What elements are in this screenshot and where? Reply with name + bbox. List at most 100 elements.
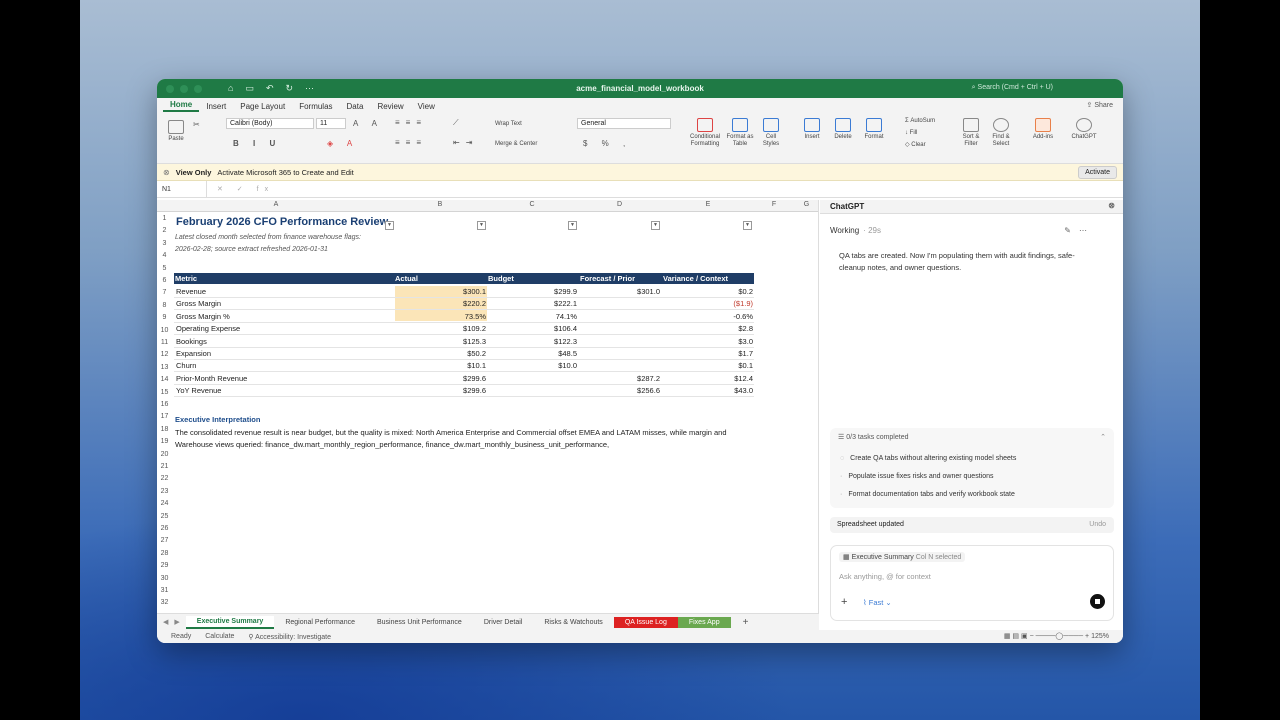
add-attachment-icon[interactable]: +: [841, 596, 847, 608]
variance-cell[interactable]: ($1.9): [693, 299, 753, 308]
row-header[interactable]: 21: [157, 463, 172, 470]
dismiss-banner-icon[interactable]: ⊗: [163, 168, 170, 177]
variance-cell[interactable]: $12.4: [693, 374, 753, 383]
forecast-cell[interactable]: $301.0: [600, 287, 660, 296]
actual-cell[interactable]: $50.2: [426, 349, 486, 358]
actual-cell[interactable]: $10.1: [426, 361, 486, 370]
row-header[interactable]: 3: [157, 240, 172, 247]
variance-cell[interactable]: $3.0: [693, 337, 753, 346]
interpretation-line-2[interactable]: Warehouse views queried: finance_dw.mart…: [175, 440, 609, 449]
column-header-c[interactable]: C: [487, 201, 577, 208]
undo-icon[interactable]: ↶: [266, 83, 274, 94]
row-header[interactable]: 4: [157, 252, 172, 259]
row-header[interactable]: 28: [157, 550, 172, 557]
variance-cell[interactable]: -0.6%: [693, 312, 753, 321]
budget-cell[interactable]: 74.1%: [517, 312, 577, 321]
format-cells-button[interactable]: Format: [861, 118, 887, 141]
autosum-button[interactable]: Σ AutoSum: [905, 118, 935, 125]
chat-input[interactable]: Ask anything, @ for context: [839, 572, 931, 581]
header-metric[interactable]: Metric: [175, 274, 197, 283]
filter-dropdown-icon[interactable]: ▼: [743, 221, 752, 230]
next-sheet-icon[interactable]: ▶: [174, 618, 179, 626]
column-header-e[interactable]: E: [662, 201, 754, 208]
chatgpt-ribbon-button[interactable]: ChatGPT: [1069, 118, 1099, 141]
wrap-text-button[interactable]: Wrap Text: [495, 121, 522, 128]
search-box[interactable]: ⌕ Search (Cmd + Ctrl + U): [972, 84, 1053, 92]
paste-button[interactable]: Paste: [165, 120, 187, 143]
metric-cell[interactable]: Operating Expense: [176, 324, 240, 333]
cell-styles-button[interactable]: Cell Styles: [757, 118, 785, 148]
font-size-buttons[interactable]: A A: [353, 119, 383, 128]
sheet-tab-fixes-app[interactable]: Fixes App: [677, 616, 731, 628]
actual-cell[interactable]: $220.2: [426, 299, 486, 308]
filter-dropdown-icon[interactable]: ▼: [568, 221, 577, 230]
clear-button[interactable]: ◇ Clear: [905, 142, 926, 149]
variance-cell[interactable]: $0.1: [693, 361, 753, 370]
tab-review[interactable]: Review: [370, 102, 410, 111]
budget-cell[interactable]: $222.1: [517, 299, 577, 308]
variance-cell[interactable]: $43.0: [693, 386, 753, 395]
subtitle-line-2[interactable]: 2026-02-28; source extract refreshed 202…: [175, 246, 328, 253]
metric-cell[interactable]: Expansion: [176, 349, 211, 358]
row-header[interactable]: 17: [157, 413, 172, 420]
more-options-icon[interactable]: ⋯: [1079, 226, 1095, 235]
tab-insert[interactable]: Insert: [199, 102, 233, 111]
header-variance-context[interactable]: Variance / Context: [663, 274, 728, 283]
row-header[interactable]: 14: [157, 376, 172, 383]
home-icon[interactable]: ⌂: [228, 83, 233, 94]
sort-filter-button[interactable]: Sort & Filter: [957, 118, 985, 148]
filter-dropdown-icon[interactable]: ▼: [651, 221, 660, 230]
metric-cell[interactable]: Churn: [176, 361, 196, 370]
metric-cell[interactable]: Gross Margin: [176, 299, 221, 308]
filter-dropdown-icon[interactable]: ▼: [385, 221, 394, 230]
sheet-tab-qa-issue-log[interactable]: QA Issue Log: [613, 616, 678, 628]
row-header[interactable]: 23: [157, 488, 172, 495]
activate-button[interactable]: Activate: [1078, 166, 1117, 179]
font-size-dropdown[interactable]: 11: [316, 118, 346, 129]
merge-center-button[interactable]: Merge & Center: [495, 141, 537, 148]
row-header[interactable]: 11: [157, 339, 172, 346]
row-header[interactable]: 13: [157, 364, 172, 371]
save-icon[interactable]: ▭: [245, 83, 254, 94]
tab-formulas[interactable]: Formulas: [292, 102, 339, 111]
column-header-d[interactable]: D: [577, 201, 662, 208]
column-header-g[interactable]: G: [794, 201, 818, 208]
actual-cell[interactable]: $299.6: [426, 386, 486, 395]
status-accessibility[interactable]: ⚲ Accessibility: Investigate: [248, 633, 331, 641]
row-header[interactable]: 9: [157, 314, 172, 321]
tab-view[interactable]: View: [411, 102, 442, 111]
row-header[interactable]: 32: [157, 599, 172, 606]
column-header-f[interactable]: F: [754, 201, 794, 208]
row-header[interactable]: 30: [157, 575, 172, 582]
row-header[interactable]: 18: [157, 426, 172, 433]
indent-icon[interactable]: ⇤⇥: [453, 138, 478, 147]
row-header[interactable]: 16: [157, 401, 172, 408]
sheet-tab-driver-detail[interactable]: Driver Detail: [473, 617, 534, 628]
header-budget[interactable]: Budget: [488, 274, 514, 283]
row-header[interactable]: 24: [157, 500, 172, 507]
worksheet-grid[interactable]: A B C D E F G 1 2 3 4 5 6 7 8 9 10 11 12 13 14 15 16 17 1…: [157, 200, 819, 613]
row-header[interactable]: 19: [157, 438, 172, 445]
variance-cell[interactable]: $1.7: [693, 349, 753, 358]
bold-italic-underline[interactable]: B I U: [233, 139, 281, 148]
zoom-slider[interactable]: − ────◯──── +: [1030, 633, 1092, 640]
add-ins-button[interactable]: Add-ins: [1029, 118, 1057, 141]
subtitle-line-1[interactable]: Latest closed month selected from financ…: [175, 234, 361, 241]
font-name-dropdown[interactable]: Calibri (Body): [226, 118, 314, 129]
sheet-tab-regional-performance[interactable]: Regional Performance: [274, 617, 366, 628]
header-forecast-prior[interactable]: Forecast / Prior: [580, 274, 635, 283]
row-header[interactable]: 7: [157, 289, 172, 296]
metric-cell[interactable]: Prior-Month Revenue: [176, 374, 247, 383]
fill-font-color[interactable]: ◈ A: [327, 139, 358, 148]
variance-cell[interactable]: $0.2: [693, 287, 753, 296]
zoom-window-button[interactable]: [194, 84, 202, 93]
row-header[interactable]: 26: [157, 525, 172, 532]
row-header[interactable]: 22: [157, 475, 172, 482]
metric-cell[interactable]: YoY Revenue: [176, 386, 221, 395]
row-header[interactable]: 8: [157, 302, 172, 309]
row-header[interactable]: 6: [157, 277, 172, 284]
currency-percent-comma[interactable]: $ % ,: [583, 139, 631, 148]
number-format-dropdown[interactable]: General: [577, 118, 671, 129]
alignment-top[interactable]: ≡≡≡: [395, 118, 427, 127]
tab-home[interactable]: Home: [163, 100, 200, 112]
